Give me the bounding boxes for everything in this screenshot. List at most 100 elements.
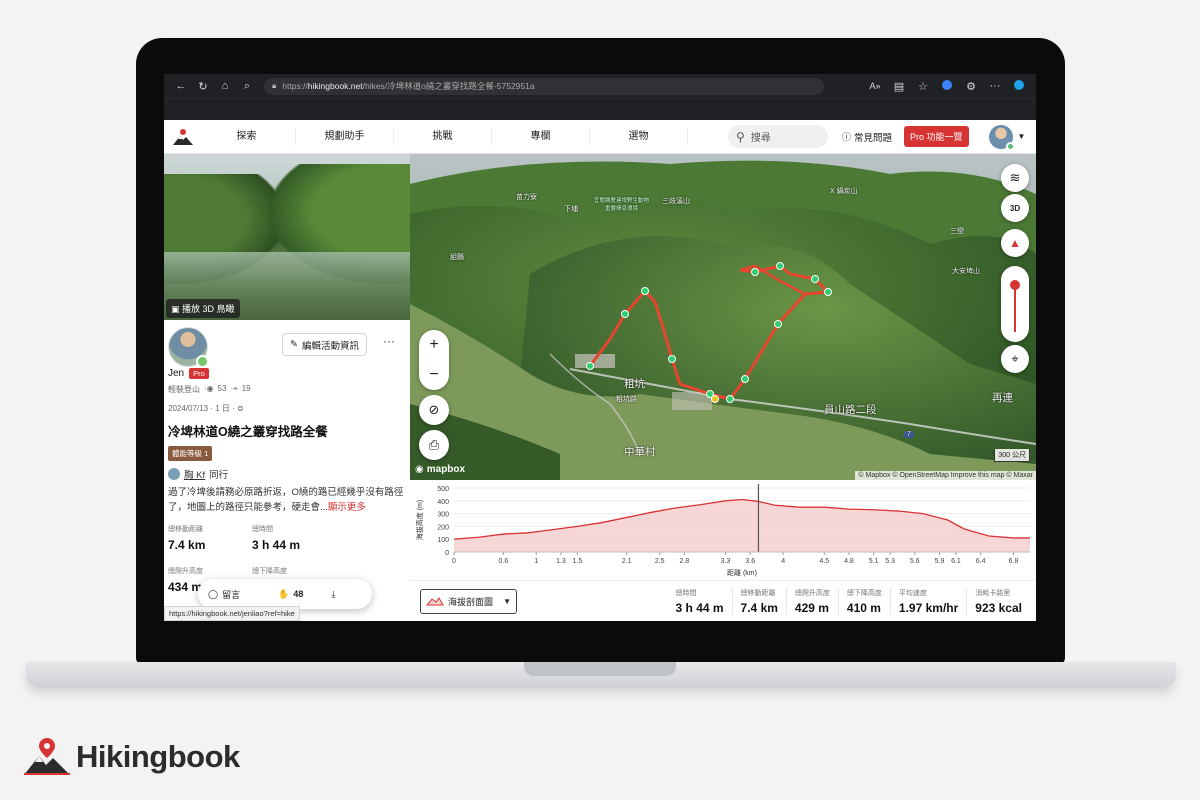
summary-stat-value: 410 m — [846, 600, 881, 615]
pro-features-button[interactable]: Pro 功能一覽 — [904, 126, 969, 147]
privacy-icon: ⊜ — [236, 404, 244, 413]
chevron-down-icon: ▼ — [503, 596, 511, 606]
pitch-knob[interactable] — [1010, 280, 1020, 290]
fitness-level-badge: 體能等級 1 — [168, 446, 213, 461]
read-aloud-icon[interactable]: A» — [864, 81, 886, 91]
summary-stat: 消耗卡路里 923 kcal — [966, 587, 1030, 615]
summary-stat-label: 總時間 — [675, 589, 697, 597]
waypoint-marker[interactable] — [641, 287, 649, 295]
stat-distance: 總移動距離 7.4 km — [168, 524, 252, 552]
nav-shop[interactable]: 選物 — [590, 128, 688, 145]
elevation-profile-icon — [426, 597, 444, 606]
elevation-area — [454, 499, 1030, 552]
waypoint-marker[interactable] — [774, 320, 782, 328]
y-tick-label: 500 — [437, 486, 449, 493]
address-bar[interactable]: 🔒︎ https://hikingbook.net/hikes/冷埤林道o繞之叢… — [264, 77, 824, 95]
summary-stats: 總時間 3 h 44 m 總移動距離 7.4 km 總爬升高度 429 m 總下降高度… — [668, 587, 1030, 615]
save-count: 19 — [241, 384, 251, 393]
download-icon: ⤓ — [331, 588, 336, 599]
hide-pois-button[interactable]: ⊘ — [419, 395, 449, 425]
hike-cover-photo[interactable]: ▣ 播放 3D 鳥瞰 — [164, 154, 410, 320]
x-tick-label: 5.3 — [885, 558, 895, 565]
hikingbook-logo-icon[interactable] — [168, 128, 198, 146]
comment-button[interactable]: ◯ 留言 — [208, 588, 240, 601]
locate-button[interactable]: ⌖ — [1001, 345, 1029, 373]
nav-column[interactable]: 專欄 — [492, 128, 590, 145]
waypoint-marker[interactable] — [621, 310, 629, 318]
x-tick-label: 1.5 — [573, 558, 583, 565]
browser-toolbar: ← ↻ ⌂ ⌕ 🔒︎ https://hikingbook.net/hikes/… — [164, 74, 1036, 98]
edge-icon[interactable] — [1008, 79, 1030, 93]
waypoint-marker[interactable] — [668, 355, 676, 363]
immersive-reader-icon[interactable]: ▤ — [888, 80, 910, 93]
profile-type-select[interactable]: 海拔剖面圖 ▼ — [420, 588, 517, 614]
waypoint-marker[interactable] — [741, 375, 749, 383]
show-more-link[interactable]: 顯示更多 — [328, 502, 366, 513]
x-tick-label: 5.9 — [935, 558, 945, 565]
favorite-icon[interactable]: ☆ — [912, 80, 934, 93]
companion-avatar — [168, 468, 180, 480]
brand-name: Hikingbook — [76, 739, 240, 774]
waypoint-marker[interactable] — [726, 395, 734, 403]
copilot-icon[interactable] — [936, 79, 958, 93]
map-label: 員山路二段 — [824, 404, 877, 416]
eye-off-icon: ⊘ — [428, 402, 440, 417]
layers-button[interactable]: ≋ — [1001, 164, 1029, 192]
waypoint-marker[interactable] — [776, 262, 784, 270]
waypoint-marker[interactable] — [751, 268, 759, 276]
summary-stat: 總移動距離 7.4 km — [731, 587, 786, 615]
home-icon[interactable]: ⌂ — [214, 80, 236, 92]
back-icon[interactable]: ← — [170, 80, 192, 92]
route-map[interactable]: 苗力寮 下埔 宜蘭縣雙連埤野生動物重要棲息環境 三歧溪山 組縣 X 鍋炭山 三巒… — [410, 154, 1036, 480]
terrain-svg — [410, 154, 1036, 480]
map-attribution[interactable]: © Mapbox © OpenStreetMap Improve this ma… — [855, 471, 1036, 480]
download-button[interactable]: ⤓ — [331, 589, 335, 600]
waypoint-marker[interactable] — [824, 288, 832, 296]
waypoint-marker[interactable] — [586, 362, 594, 370]
extensions-icon[interactable]: ⚙ — [960, 80, 982, 93]
chevron-down-icon[interactable]: ▼ — [1018, 132, 1026, 141]
activity-type: 輕裝登山 — [168, 385, 200, 394]
compass-icon: ▲ — [1009, 236, 1021, 250]
play-3d-button[interactable]: ▣ 播放 3D 鳥瞰 — [166, 299, 240, 318]
mapbox-icon: ◉ — [415, 464, 424, 475]
elevation-chart[interactable]: 0 100 200 300 400 500 0 0.6 1 1.3 1.5 2.1 2.5 2.8 3.3 3… — [410, 480, 1036, 580]
3d-toggle-button[interactable]: 3D — [1001, 194, 1029, 222]
hike-detail-panel: ▣ 播放 3D 鳥瞰 ✎ 編輯活動資訊 ··· Jen Pro 輕裝登山 ·◉ … — [164, 154, 410, 621]
edit-icon: ✎ — [290, 339, 298, 350]
author-row: ✎ 編輯活動資訊 ··· — [164, 320, 410, 376]
nav-explore[interactable]: 探索 — [198, 128, 296, 145]
layers-icon: ≋ — [1009, 170, 1021, 185]
search-icon[interactable]: ⌕ — [236, 80, 258, 93]
summary-bar: 海拔剖面圖 ▼ 總時間 3 h 44 m 總移動距離 7.4 km 總爬升高度 429… — [410, 580, 1036, 621]
map-label: 下埔 — [564, 206, 578, 213]
pitch-slider[interactable] — [1001, 266, 1029, 342]
nav-planner[interactable]: 規劃助手 — [296, 128, 394, 145]
clap-button[interactable]: ✋ 48 — [278, 589, 303, 600]
x-tick-label: 3.3 — [721, 558, 731, 565]
zoom-in-button[interactable]: + — [419, 330, 449, 360]
more-options-button[interactable]: ··· — [383, 334, 395, 348]
summary-stat-value: 429 m — [794, 600, 829, 615]
user-avatar[interactable] — [988, 124, 1015, 151]
faq-link[interactable]: ⓘ 常見問題 — [842, 130, 892, 144]
author-avatar[interactable] — [168, 327, 209, 368]
more-icon[interactable]: ··· — [984, 80, 1006, 92]
x-tick-label: 1.3 — [556, 558, 566, 565]
x-tick-label: 4 — [781, 558, 785, 565]
waypoint-marker[interactable] — [811, 275, 819, 283]
companion-name[interactable]: 胸 Kf — [184, 467, 205, 481]
site-search-input[interactable]: ⚲ 搜尋 — [728, 125, 828, 148]
reload-icon[interactable]: ↻ — [192, 80, 214, 93]
compass-button[interactable]: ▲ — [1001, 229, 1029, 257]
nav-challenge[interactable]: 挑戰 — [394, 128, 492, 145]
zoom-out-button[interactable]: − — [419, 360, 449, 390]
x-axis-label: 距離 (km) — [727, 568, 757, 577]
edit-activity-button[interactable]: ✎ 編輯活動資訊 — [282, 333, 367, 356]
url-text: https://hikingbook.net/hikes/冷埤林道o繞之叢穿找路… — [282, 81, 535, 91]
map-label: 再連 — [992, 392, 1013, 404]
print-button[interactable]: ⎙ — [419, 430, 449, 460]
printer-icon: ⎙ — [428, 437, 440, 452]
question-icon: ⓘ — [842, 132, 852, 142]
eye-icon: ·◉ — [204, 384, 214, 393]
